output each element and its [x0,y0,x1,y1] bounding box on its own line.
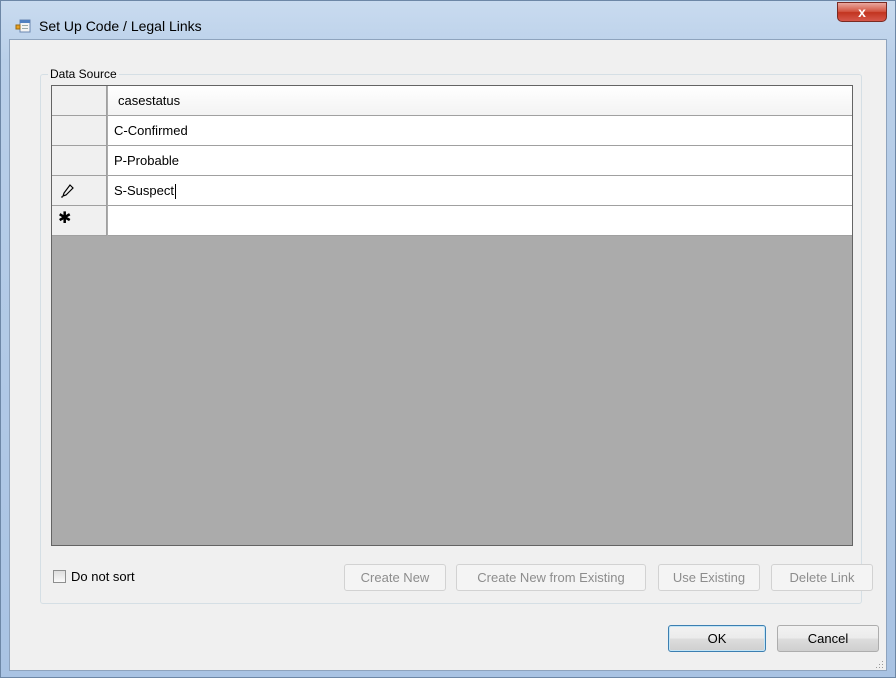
table-row: S-Suspect [52,176,852,206]
create-new-button[interactable]: Create New [344,564,446,591]
grid-cell[interactable]: C-Confirmed [108,116,852,146]
window-title: Set Up Code / Legal Links [39,18,202,34]
table-row: C-Confirmed [52,116,852,146]
row-header[interactable]: ✱ [52,206,107,236]
dialog-window: Set Up Code / Legal Links x Data Source … [0,0,896,678]
ok-button[interactable]: OK [668,625,766,652]
grid-cell[interactable]: P-Probable [108,146,852,176]
title-bar[interactable]: Set Up Code / Legal Links x [1,1,895,39]
grid-cell-editing[interactable]: S-Suspect [108,176,852,206]
column-header-casestatus[interactable]: casestatus [108,86,852,116]
table-row-new: ✱ [52,206,852,236]
resize-grip-icon[interactable] [874,658,884,668]
close-icon: x [858,4,866,20]
grid-header-row: casestatus [52,86,852,116]
dialog-body: Data Source casestatus C-Confirmed P-Pro… [9,39,887,671]
data-grid[interactable]: casestatus C-Confirmed P-Probable S-Susp… [51,85,853,546]
cancel-button[interactable]: Cancel [777,625,879,652]
app-icon [15,19,31,35]
row-header[interactable] [52,176,107,206]
text-caret [174,184,176,200]
do-not-sort-checkbox[interactable] [53,570,66,583]
group-label: Data Source [48,67,119,81]
close-button[interactable]: x [837,2,887,22]
new-row-star-icon: ✱ [58,210,72,227]
pencil-icon [60,183,76,199]
row-header[interactable] [52,146,107,176]
do-not-sort-label: Do not sort [71,569,135,584]
use-existing-button[interactable]: Use Existing [658,564,760,591]
table-row: P-Probable [52,146,852,176]
create-new-from-existing-button[interactable]: Create New from Existing [456,564,646,591]
grid-corner-header[interactable] [52,86,107,116]
delete-link-button[interactable]: Delete Link [771,564,873,591]
grid-cell-text: S-Suspect [114,183,174,198]
row-header[interactable] [52,116,107,146]
grid-cell[interactable] [108,206,852,236]
data-source-group: Data Source casestatus C-Confirmed P-Pro… [40,67,873,604]
